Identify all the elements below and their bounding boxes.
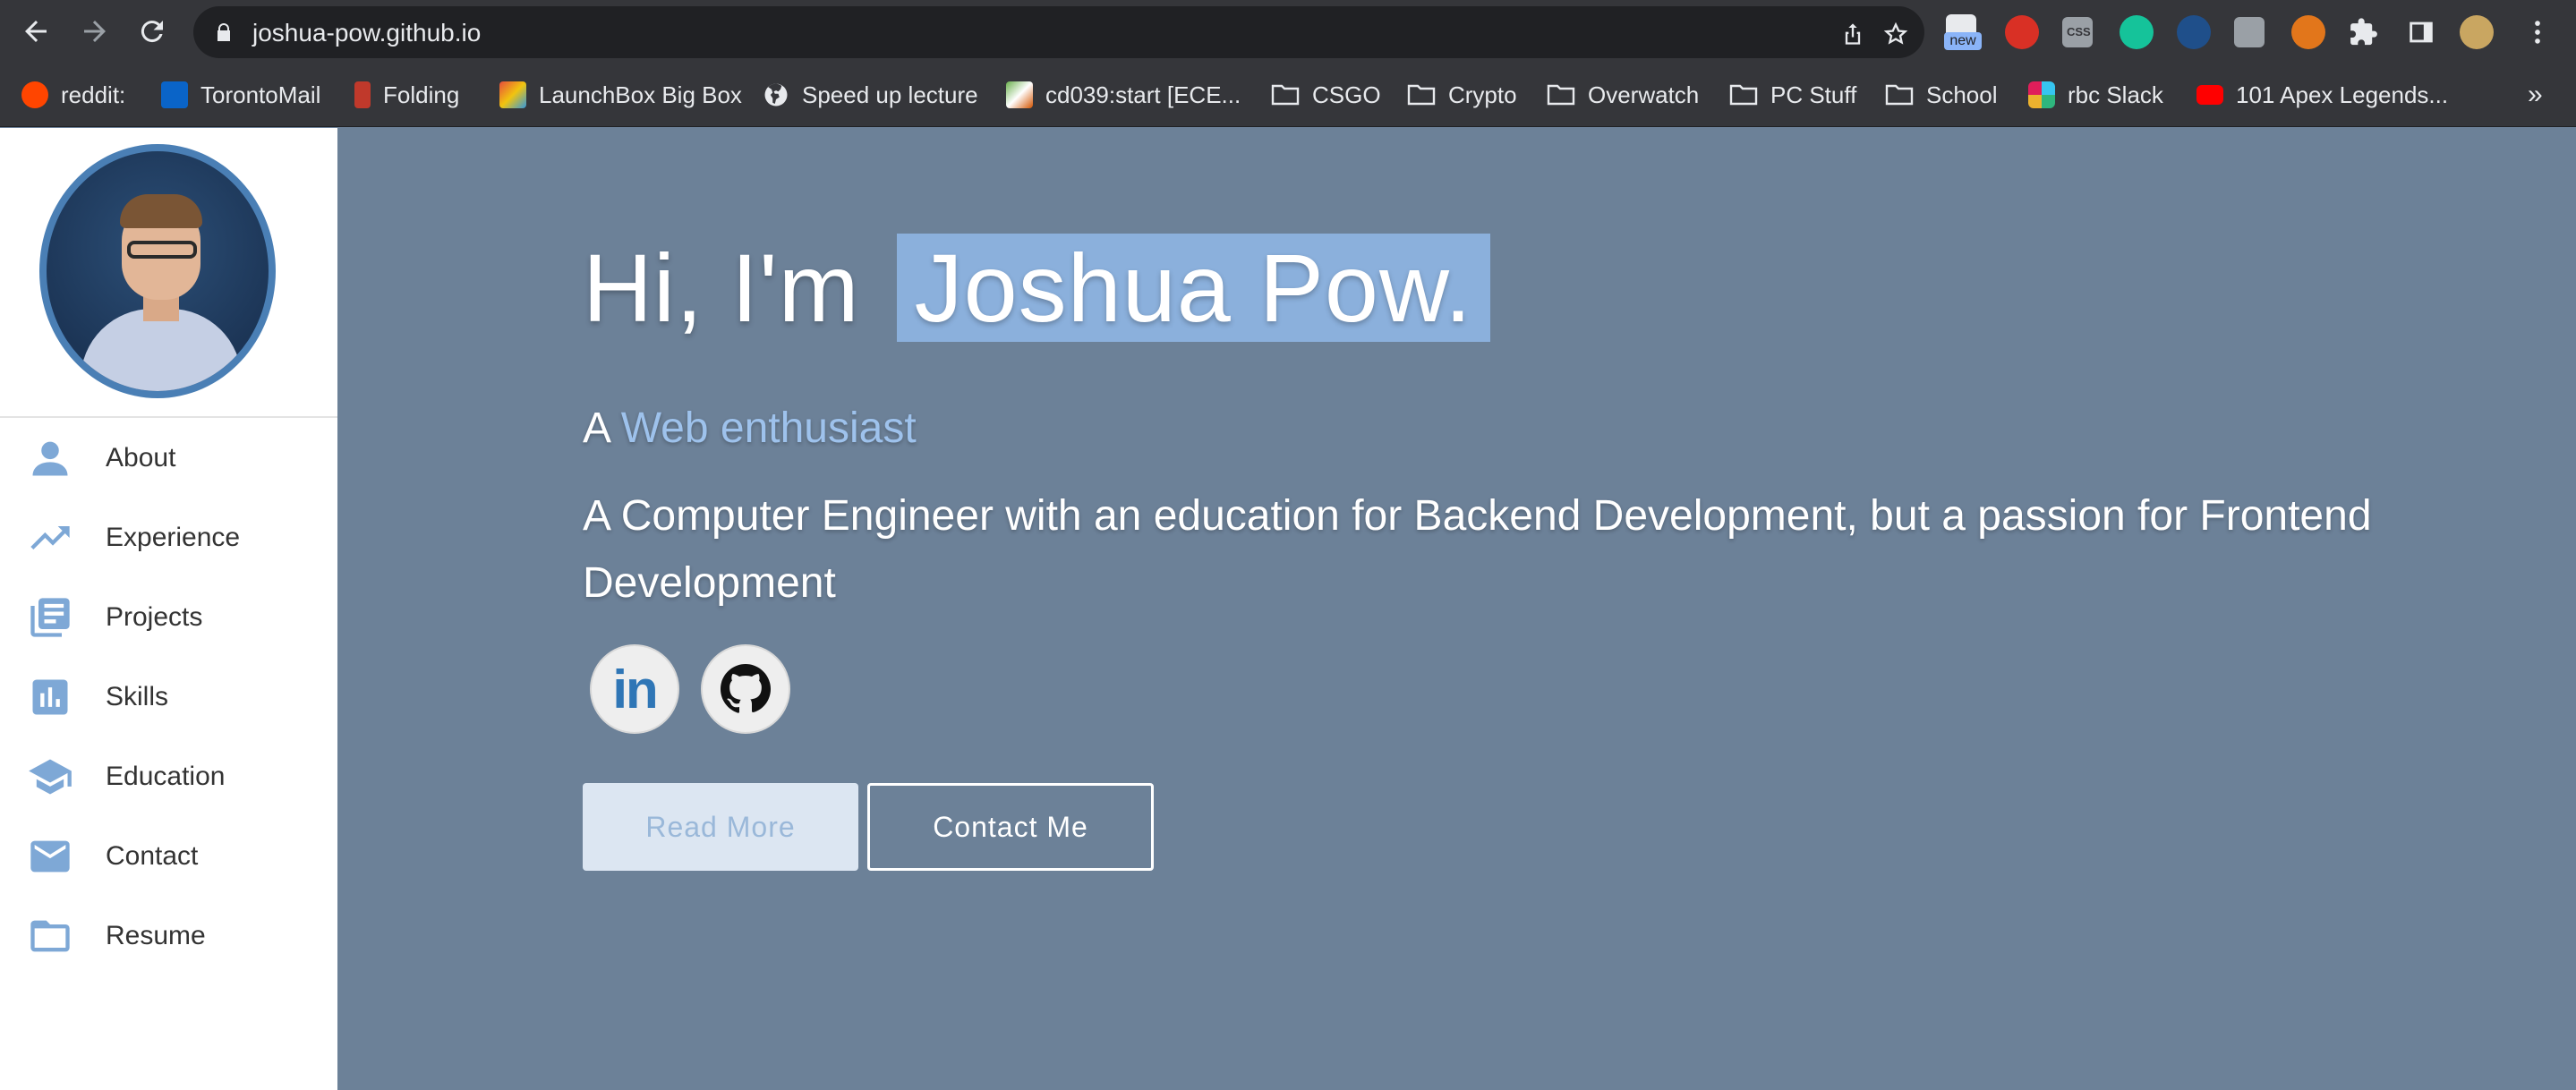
bar-chart-icon <box>32 679 68 715</box>
metamask-icon[interactable] <box>2291 15 2325 49</box>
hero-name: Joshua Pow. <box>896 234 1491 342</box>
browser-toolbar: joshua-pow.github.io new CSS <box>0 0 2576 63</box>
url-text: joshua-pow.github.io <box>252 19 482 47</box>
bookmarks-overflow-button[interactable]: » <box>2528 79 2543 111</box>
email-icon <box>30 840 70 873</box>
bookmarks-bar: reddit: TorontoMail Folding LaunchBox Bi… <box>0 63 2576 127</box>
launchbox-icon <box>499 81 526 108</box>
bookmark-speed-up-lecture[interactable]: Speed up lecture <box>763 79 978 111</box>
folder-icon <box>1729 84 1758 106</box>
hero-subtitle: A Web enthusiast <box>583 404 917 453</box>
new-badge: new <box>1944 32 1982 50</box>
bookmark-folder-crypto[interactable]: Crypto <box>1407 79 1517 111</box>
sidebar: About Experience Projects Skills Educati… <box>0 128 337 1090</box>
share-icon[interactable] <box>1840 21 1865 47</box>
arrow-left-icon <box>25 21 47 42</box>
sidebar-item-education[interactable]: Education <box>0 742 337 812</box>
bookmark-launchbox[interactable]: LaunchBox Big Box <box>499 79 742 111</box>
folder-icon <box>1271 84 1300 106</box>
sidebar-item-projects[interactable]: Projects <box>0 583 337 652</box>
side-panel-icon[interactable] <box>2406 17 2436 47</box>
trending-up-icon <box>30 526 70 549</box>
outlook-icon <box>161 81 188 108</box>
folder-icon <box>30 920 70 952</box>
linkedin-button[interactable]: in <box>590 644 679 734</box>
folder-icon <box>1885 84 1914 106</box>
arrow-right-icon <box>84 21 106 42</box>
globe-icon <box>764 83 788 106</box>
bookmark-folding[interactable]: Folding <box>354 79 459 111</box>
hero-description: A Computer Engineer with an education fo… <box>583 492 2372 607</box>
profile-avatar[interactable] <box>2460 15 2494 49</box>
folding-icon <box>354 81 371 108</box>
youtube-icon <box>2196 85 2223 105</box>
bookmark-torontomail[interactable]: TorontoMail <box>161 79 320 111</box>
hero-greeting: Hi, I'm <box>583 234 860 342</box>
linkedin-icon: in <box>612 659 658 720</box>
contact-me-button[interactable]: Contact Me <box>867 783 1154 871</box>
slack-icon <box>2028 81 2055 108</box>
address-bar[interactable]: joshua-pow.github.io <box>193 6 1924 58</box>
chrome-extension-icon[interactable]: new <box>1944 14 1982 50</box>
back-button[interactable] <box>20 15 52 47</box>
bookmark-folder-overwatch[interactable]: Overwatch <box>1547 79 1699 111</box>
bookmark-rbc-slack[interactable]: rbc Slack <box>2028 79 2163 111</box>
extension-red-icon[interactable] <box>2005 15 2039 49</box>
hero-section: Hi, I'm Joshua Pow. A Web enthusiast A C… <box>337 128 2576 1090</box>
lock-icon <box>218 23 230 41</box>
role-prefix: A <box>583 404 610 452</box>
forward-button[interactable] <box>79 15 111 47</box>
sidebar-item-skills[interactable]: Skills <box>0 662 337 732</box>
bookmark-apex-legends[interactable]: 101 Apex Legends... <box>2196 79 2448 111</box>
kebab-menu-icon[interactable] <box>2522 17 2553 47</box>
github-button[interactable] <box>701 644 790 734</box>
school-icon <box>29 759 72 795</box>
bookmark-cd039[interactable]: cd039:start [ECE... <box>1006 79 1241 111</box>
folder-icon <box>1407 84 1436 106</box>
bookmark-reddit[interactable]: reddit: <box>21 79 125 111</box>
person-icon <box>32 441 68 476</box>
profile-photo <box>39 144 276 398</box>
bookmark-star-icon[interactable] <box>1883 21 1908 47</box>
sidebar-item-contact[interactable]: Contact <box>0 822 337 891</box>
library-books-icon <box>30 598 70 637</box>
sidebar-item-experience[interactable]: Experience <box>0 503 337 573</box>
extension-gray-icon[interactable] <box>2234 17 2265 47</box>
github-icon <box>721 664 771 713</box>
reddit-icon <box>21 81 48 108</box>
css-extension-icon[interactable]: CSS <box>2062 17 2093 47</box>
reload-icon <box>141 21 163 43</box>
read-more-button[interactable]: Read More <box>583 783 858 871</box>
bookmark-folder-school[interactable]: School <box>1885 79 1998 111</box>
hero-title: Hi, I'm Joshua Pow. <box>583 232 1491 344</box>
puzzle-icon[interactable] <box>2349 17 2379 47</box>
reload-button[interactable] <box>136 15 168 47</box>
folder-icon <box>1547 84 1575 106</box>
sidebar-item-resume[interactable]: Resume <box>0 901 337 971</box>
grammarly-icon[interactable] <box>2120 15 2154 49</box>
sidebar-divider <box>0 416 337 418</box>
extension-blue-icon[interactable] <box>2177 15 2211 49</box>
bookmark-folder-pc-stuff[interactable]: PC Stuff <box>1729 79 1856 111</box>
wiki-icon <box>1006 81 1033 108</box>
typed-role: Web enthusiast <box>620 404 917 452</box>
sidebar-item-about[interactable]: About <box>0 423 337 493</box>
bookmark-folder-csgo[interactable]: CSGO <box>1271 79 1381 111</box>
